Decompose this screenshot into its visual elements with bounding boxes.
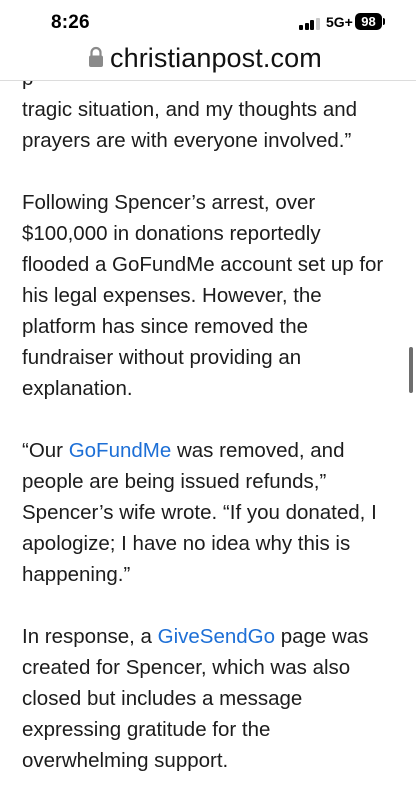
paragraph-text: “Our: [22, 439, 69, 462]
paragraph-text: In response, a: [22, 625, 158, 648]
scrollbar[interactable]: [409, 347, 413, 393]
cellular-signal-icon: [299, 16, 323, 30]
battery-icon: 98: [355, 13, 382, 30]
url-text[interactable]: christianpost.com: [110, 43, 322, 74]
gofundme-link[interactable]: GoFundMe: [69, 439, 172, 462]
network-type: 5G+: [326, 14, 353, 30]
status-time: 8:26: [51, 12, 90, 33]
article-body: p tragic situation, and my thoughts and …: [22, 81, 402, 800]
battery-tip: [383, 18, 385, 25]
signal-bar: [304, 22, 309, 30]
givesendgo-link[interactable]: GiveSendGo: [158, 625, 275, 648]
signal-bar: [315, 17, 320, 30]
signal-bar: [310, 20, 314, 30]
article-paragraph: tragic situation, and my thoughts and pr…: [22, 98, 358, 152]
article-paragraph: “Our GoFundMe was removed, and people ar…: [22, 435, 402, 590]
article-paragraph: In response, a GiveSendGo page was creat…: [22, 621, 402, 776]
article-paragraph: Following Spencer’s arrest, over $100,00…: [22, 191, 384, 400]
status-bar: 8:26 5G+ 98: [0, 0, 416, 40]
signal-bar: [299, 25, 303, 30]
address-bar[interactable]: christianpost.com: [0, 40, 416, 81]
partial-line: p: [22, 81, 402, 94]
battery-level: 98: [361, 14, 376, 29]
lock-icon: [89, 46, 103, 67]
